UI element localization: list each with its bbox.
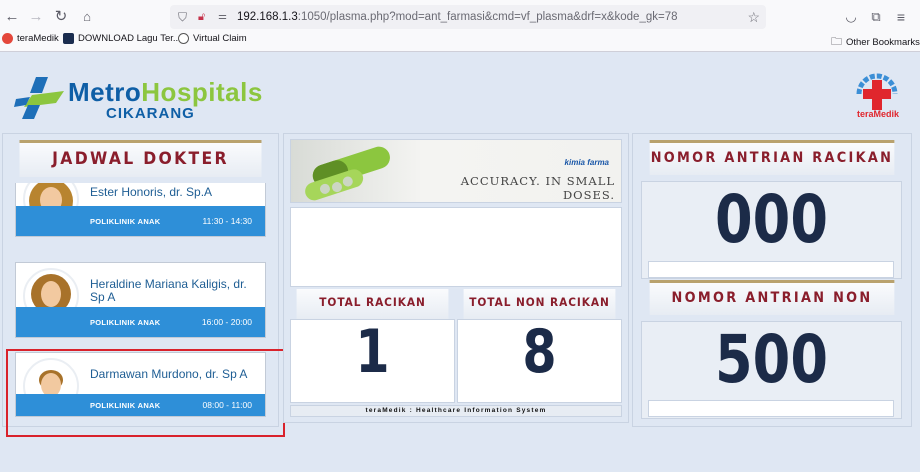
- doctor-name: Heraldine Mariana Kaligis, dr. Sp A: [90, 277, 247, 304]
- total-non-racikan-value: 8: [522, 317, 557, 387]
- total-racikan-label: TOTAL RACIKAN: [296, 289, 449, 319]
- other-bookmarks-label: Other Bookmarks: [846, 37, 920, 48]
- total-racikan-value: 1: [355, 317, 390, 387]
- folder-icon: 🗀︎: [831, 36, 842, 48]
- system-footer: teraMedik : Healthcare Information Syste…: [290, 405, 622, 417]
- antrian-non-racikan-loket: [648, 400, 894, 417]
- back-icon[interactable]: ←: [2, 7, 22, 27]
- total-non-racikan-label: TOTAL NON RACIKAN: [463, 289, 616, 319]
- kimia-farma-banner: kimia farma ACCURACY. IN SMALL DOSES.: [290, 139, 622, 203]
- antrian-racikan-loket: [648, 261, 894, 278]
- doctor-card: Heraldine Mariana Kaligis, dr. Sp A POLI…: [15, 262, 266, 338]
- bookmark-teramedik[interactable]: teraMedik: [2, 33, 59, 44]
- url-host: 192.168.1.3: [237, 11, 298, 23]
- plasma-page: MetroHospitals CIKARANG teraMedik JADWAL…: [0, 53, 920, 472]
- cross-logo-icon: [14, 77, 64, 119]
- bookmark-download-lagu[interactable]: DOWNLOAD Lagu Ter...: [63, 33, 181, 44]
- teramedik-logo: teraMedik: [853, 72, 901, 120]
- logo-subtitle: CIKARANG: [106, 105, 195, 122]
- pocket-icon[interactable]: ◡: [841, 7, 861, 27]
- metro-hospitals-logo: MetroHospitals CIKARANG: [14, 73, 279, 123]
- bookmark-star-icon[interactable]: ☆: [747, 5, 760, 29]
- menu-icon[interactable]: ≡: [891, 7, 911, 27]
- logo-hospitals: Hospitals: [141, 77, 263, 107]
- extensions-icon[interactable]: ⧉: [866, 7, 886, 27]
- logo-metro: Metro: [68, 77, 142, 107]
- forward-icon[interactable]: →: [26, 7, 46, 27]
- doctor-time: 16:00 - 20:00: [201, 317, 252, 327]
- bookmark-virtual-claim[interactable]: Virtual Claim: [178, 33, 247, 44]
- antrian-racikan-label: NOMOR ANTRIAN RACIKAN: [649, 140, 895, 175]
- doctor-schedule-bar: POLIKLINIK ANAK 11:30 - 14:30: [16, 206, 265, 236]
- doctor-card: Ester Honoris, dr. Sp.A POLIKLINIK ANAK …: [15, 183, 266, 237]
- address-bar[interactable]: ⛉ 🔓︎ ⚌ 192.168.1.3:1050/plasma.php?mod=a…: [170, 5, 766, 29]
- doctor-time: 11:30 - 14:30: [202, 216, 252, 226]
- url-path: :1050/plasma.php?mod=ant_farmasi&cmd=vf_…: [297, 11, 678, 23]
- banner-tagline: ACCURACY. IN SMALL DOSES.: [460, 174, 615, 202]
- capsules-image-icon: [305, 146, 390, 201]
- teramedik-favicon-icon: [2, 33, 13, 44]
- doctor-name: Ester Honoris, dr. Sp.A: [90, 185, 213, 199]
- highlight-box: [6, 349, 285, 437]
- other-bookmarks[interactable]: 🗀︎ Other Bookmarks: [831, 33, 920, 52]
- bookmark-label: teraMedik: [17, 33, 59, 44]
- kimia-farma-brand: kimia farma: [564, 158, 609, 167]
- doctor-poli: POLIKLINIK ANAK: [90, 217, 161, 226]
- reload-icon[interactable]: ↻: [51, 7, 71, 27]
- logo-title: MetroHospitals: [68, 77, 263, 108]
- bookmark-label: DOWNLOAD Lagu Ter...: [78, 33, 181, 44]
- antrian-racikan-value: 000: [715, 181, 828, 258]
- permissions-icon: ⚌: [218, 11, 227, 22]
- video-area: [290, 207, 622, 287]
- insecure-lock-icon: 🔓︎: [198, 11, 206, 23]
- jadwal-title: JADWAL DOKTER: [19, 140, 262, 177]
- teramedik-logo-text: teraMedik: [857, 109, 900, 119]
- home-icon[interactable]: ⌂: [77, 7, 97, 27]
- teramedik-cross-icon: [856, 73, 898, 110]
- download-favicon-icon: [63, 33, 74, 44]
- globe-icon: [178, 33, 189, 44]
- antrian-non-racikan-label: NOMOR ANTRIAN NON RACIKAN: [649, 280, 895, 337]
- doctor-schedule-bar: POLIKLINIK ANAK 16:00 - 20:00: [16, 307, 265, 337]
- antrian-non-racikan-value: 500: [715, 321, 828, 398]
- bookmark-label: Virtual Claim: [193, 33, 247, 44]
- browser-chrome: ← → ↻ ⌂ ⛉ 🔓︎ ⚌ 192.168.1.3:1050/plasma.p…: [0, 0, 920, 52]
- doctor-poli: POLIKLINIK ANAK: [90, 318, 161, 327]
- shield-icon: ⛉: [178, 10, 188, 24]
